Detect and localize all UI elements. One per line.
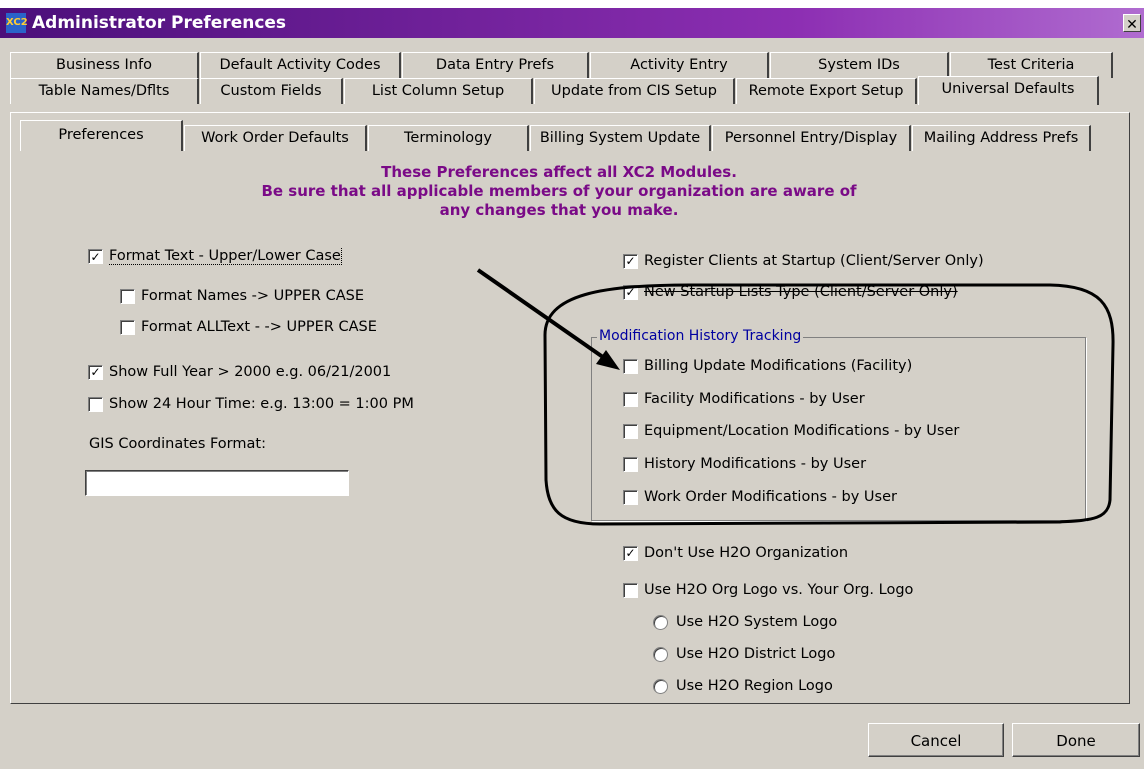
annotation-circle [543, 283, 1115, 526]
annotation-overlay [476, 268, 1115, 526]
